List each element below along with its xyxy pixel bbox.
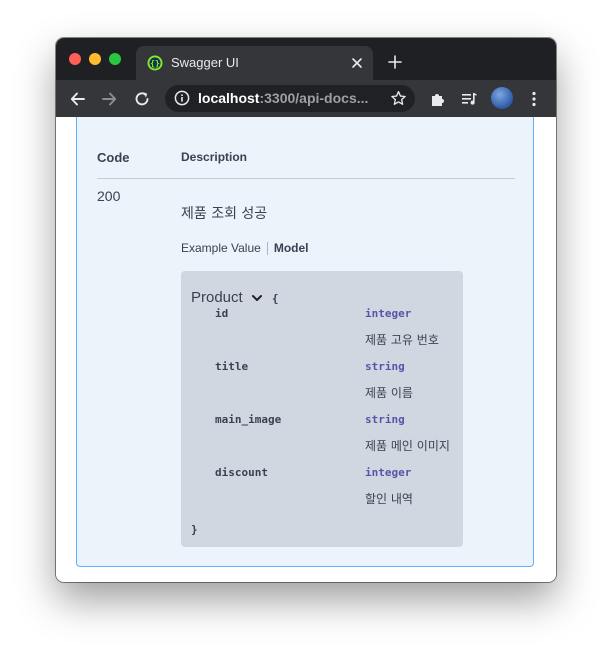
property-name: title — [215, 360, 249, 373]
more-menu-icon[interactable] — [525, 90, 543, 108]
property-type: string — [365, 413, 405, 426]
column-header-code: Code — [97, 150, 130, 165]
svg-text:{}: {} — [150, 59, 160, 68]
minimize-window-button[interactable] — [89, 53, 101, 65]
property-name: main_image — [215, 413, 282, 426]
swagger-favicon-icon: {} — [147, 55, 163, 71]
bookmark-star-icon[interactable] — [390, 90, 407, 107]
header-divider — [97, 178, 515, 179]
page-content: Code Description 200 제품 조회 성공 Example Va… — [56, 117, 556, 582]
model-close-brace: } — [191, 523, 198, 536]
model-schema-box: Product { id integer 제품 고유 번호 title stri… — [181, 271, 463, 547]
back-arrow-icon[interactable] — [69, 90, 87, 108]
url-path: :3300/api-docs... — [259, 90, 369, 106]
property-name: id — [215, 307, 229, 320]
property-description: 제품 메인 이미지 — [365, 439, 450, 453]
response-status-code: 200 — [97, 188, 121, 204]
maximize-window-button[interactable] — [109, 53, 121, 65]
close-tab-icon[interactable] — [349, 55, 365, 71]
reload-icon[interactable] — [133, 90, 151, 108]
property-description: 제품 고유 번호 — [365, 333, 439, 347]
column-header-description: Description — [181, 150, 248, 164]
forward-arrow-icon[interactable] — [100, 90, 118, 108]
media-playlist-icon[interactable] — [460, 90, 478, 108]
close-window-button[interactable] — [69, 53, 81, 65]
response-description: 제품 조회 성공 — [181, 206, 268, 222]
address-bar[interactable]: localhost:3300/api-docs... — [165, 85, 415, 112]
property-description: 제품 이름 — [365, 386, 413, 400]
tab-separator — [266, 242, 268, 256]
extensions-puzzle-icon[interactable] — [429, 90, 447, 108]
property-type: integer — [365, 307, 412, 320]
model-header[interactable]: Product { — [191, 287, 279, 306]
address-url: localhost:3300/api-docs... — [198, 90, 368, 106]
property-type: string — [365, 360, 405, 373]
model-name[interactable]: Product — [191, 289, 243, 306]
url-host: localhost — [198, 90, 260, 106]
property-type: integer — [365, 466, 412, 479]
site-info-icon[interactable] — [174, 90, 190, 106]
browser-toolbar: localhost:3300/api-docs... — [56, 80, 556, 117]
property-name: discount — [215, 466, 268, 479]
profile-avatar[interactable] — [491, 87, 513, 109]
property-description: 할인 내역 — [365, 492, 413, 506]
tab-strip: {} Swagger UI — [56, 38, 556, 80]
tab-model[interactable]: Model — [274, 241, 309, 255]
tab-title: Swagger UI — [171, 55, 239, 70]
model-open-brace: { — [271, 292, 279, 305]
browser-window: {} Swagger UI localhost:3300/api-docs...… — [56, 38, 556, 582]
example-model-tabs: Example Value Model — [181, 241, 309, 256]
tab-example-value[interactable]: Example Value — [181, 241, 261, 255]
tab-swagger-ui[interactable]: {} Swagger UI — [136, 46, 373, 80]
new-tab-icon[interactable] — [387, 54, 403, 70]
responses-panel: Code Description 200 제품 조회 성공 Example Va… — [76, 117, 534, 567]
chevron-down-icon[interactable] — [251, 292, 263, 304]
screenshot-page: {} Swagger UI localhost:3300/api-docs...… — [0, 0, 612, 657]
